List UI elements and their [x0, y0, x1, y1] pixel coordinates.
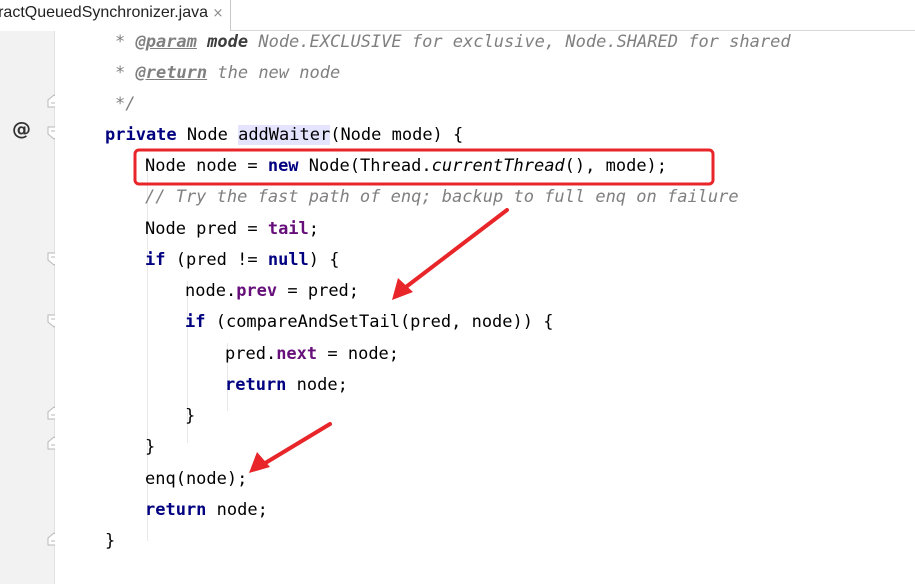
code-line: } [185, 406, 196, 426]
code-line: * @param mode Node.EXCLUSIVE for exclusi… [115, 32, 791, 52]
method-name-addWaiter: addWaiter [238, 125, 331, 145]
override-at-icon[interactable]: @ [12, 118, 31, 140]
highlighted-code-line: Node node = new Node(Thread.currentThrea… [145, 156, 668, 176]
code-editor[interactable]: * @param mode Node.EXCLUSIVE for exclusi… [55, 31, 915, 584]
code-line: node.prev = pred; [185, 281, 360, 301]
code-line: enq(node); [145, 469, 248, 489]
code-line: if (pred != null) { [145, 250, 340, 270]
method-signature-line: private Node addWaiter(Node mode) { [105, 125, 464, 145]
code-line: return node; [145, 500, 268, 520]
code-line: } [105, 531, 116, 551]
file-tab-label: ractQueuedSynchronizer.java [0, 4, 208, 21]
code-line: } [145, 437, 156, 457]
code-line: * @return the new node [115, 63, 341, 83]
editor-gutter [0, 31, 61, 584]
code-line: if (compareAndSetTail(pred, node)) { [185, 312, 554, 332]
code-line: Node pred = tail; [145, 219, 320, 239]
code-line: */ [115, 94, 136, 114]
code-line: pred.next = node; [225, 344, 400, 364]
code-line: return node; [225, 375, 348, 395]
close-icon[interactable]: × [211, 7, 225, 21]
code-line: // Try the fast path of enq; backup to f… [145, 187, 739, 207]
